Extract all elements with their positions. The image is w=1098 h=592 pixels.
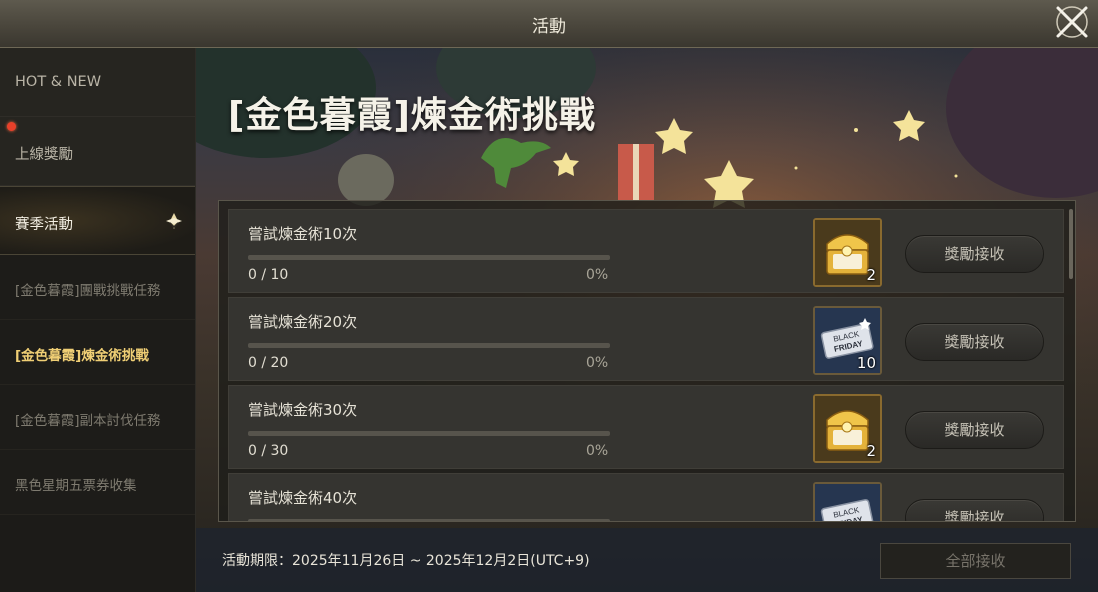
reward-quantity: 10 — [856, 354, 876, 372]
sidebar-subitem-label: 黑色星期五票券收集 — [15, 478, 137, 494]
event-content: [金色暮霞]煉金術挑戰 嘗試煉金術10次 0 / 10 0% 2 獎勵接收 嘗試… — [196, 48, 1098, 592]
notification-dot — [7, 122, 16, 131]
quest-name: 嘗試煉金術30次 — [248, 401, 358, 419]
sidebar-item-login-reward[interactable]: 上線獎勵 — [0, 117, 195, 186]
claim-reward-button[interactable]: 獎勵接收 — [905, 323, 1044, 361]
reward-item-slot[interactable]: BLACK FRIDAY — [813, 482, 882, 521]
quest-progress-bar — [248, 431, 610, 436]
reward-quantity: 2 — [866, 266, 876, 284]
quest-progress-count: 0 / 30 — [248, 443, 289, 459]
reward-item-slot[interactable]: BLACK FRIDAY 10 — [813, 306, 882, 375]
quest-name: 嘗試煉金術10次 — [248, 225, 358, 243]
sidebar-subitem-raid-challenge[interactable]: [金色暮霞]團戰挑戰任務 — [0, 255, 195, 320]
quest-name: 嘗試煉金術40次 — [248, 489, 358, 507]
quest-row: 嘗試煉金術30次 0 / 30 0% 2 獎勵接收 — [228, 385, 1064, 469]
quest-name: 嘗試煉金術20次 — [248, 313, 358, 331]
quest-row: 嘗試煉金術40次 BLACK FRIDAY 獎勵接收 — [228, 473, 1064, 521]
quest-row: 嘗試煉金術20次 0 / 20 0% BLACK FRIDAY 10 獎勵接收 — [228, 297, 1064, 381]
reward-item-slot[interactable]: 2 — [813, 218, 882, 287]
sidebar: HOT & NEW 上線獎勵 賽季活動 [金色暮霞]團戰挑戰任務 [金色暮霞]煉… — [0, 48, 196, 592]
sidebar-subitem-alchemy-challenge[interactable]: [金色暮霞]煉金術挑戰 — [0, 320, 195, 385]
quest-list-scrollbar[interactable] — [1069, 209, 1073, 279]
claim-all-button[interactable]: 全部接收 — [880, 543, 1071, 579]
event-title: [金色暮霞]煉金術挑戰 — [228, 95, 596, 136]
quest-progress-bar — [248, 519, 610, 521]
quest-progress-percent: 0% — [586, 355, 609, 371]
reward-quantity: 2 — [866, 442, 876, 460]
sidebar-subitem-label: [金色暮霞]煉金術挑戰 — [15, 348, 149, 364]
title-bar: 活動 — [0, 0, 1098, 48]
quest-progress-bar — [248, 343, 610, 348]
reward-item-slot[interactable]: 2 — [813, 394, 882, 463]
quest-progress-count: 0 / 10 — [248, 267, 289, 283]
quest-row: 嘗試煉金術10次 0 / 10 0% 2 獎勵接收 — [228, 209, 1064, 293]
claim-reward-button[interactable]: 獎勵接收 — [905, 411, 1044, 449]
sidebar-item-hot-new[interactable]: HOT & NEW — [0, 48, 195, 117]
sidebar-subitem-dungeon-mission[interactable]: [金色暮霞]副本討伐任務 — [0, 385, 195, 450]
quest-progress-percent: 0% — [586, 443, 609, 459]
claim-reward-button[interactable]: 獎勵接收 — [905, 499, 1044, 521]
window-title: 活動 — [532, 17, 566, 37]
quest-progress-count: 0 / 20 — [248, 355, 289, 371]
expand-diamond-icon — [166, 213, 182, 229]
sidebar-item-label: HOT & NEW — [15, 74, 102, 90]
quest-progress-bar — [248, 255, 610, 260]
quest-list[interactable]: 嘗試煉金術10次 0 / 10 0% 2 獎勵接收 嘗試煉金術20次 0 / 2… — [218, 200, 1076, 522]
black-friday-ticket-icon: BLACK FRIDAY — [815, 484, 880, 521]
sidebar-item-label: 上線獎勵 — [15, 147, 73, 163]
sidebar-subitem-ticket-collection[interactable]: 黑色星期五票券收集 — [0, 450, 195, 515]
quest-progress-percent: 0% — [586, 267, 609, 283]
sidebar-subitem-label: [金色暮霞]副本討伐任務 — [15, 413, 161, 429]
close-button[interactable] — [1054, 4, 1090, 40]
sidebar-item-season-event[interactable]: 賽季活動 — [0, 186, 195, 255]
sidebar-subitem-label: [金色暮霞]團戰挑戰任務 — [15, 283, 161, 299]
close-icon — [1056, 6, 1088, 38]
claim-reward-button[interactable]: 獎勵接收 — [905, 235, 1044, 273]
event-period: 活動期限：2025年11月26日 ~ 2025年12月2日(UTC+9) — [222, 553, 590, 569]
sidebar-item-label: 賽季活動 — [15, 217, 73, 233]
